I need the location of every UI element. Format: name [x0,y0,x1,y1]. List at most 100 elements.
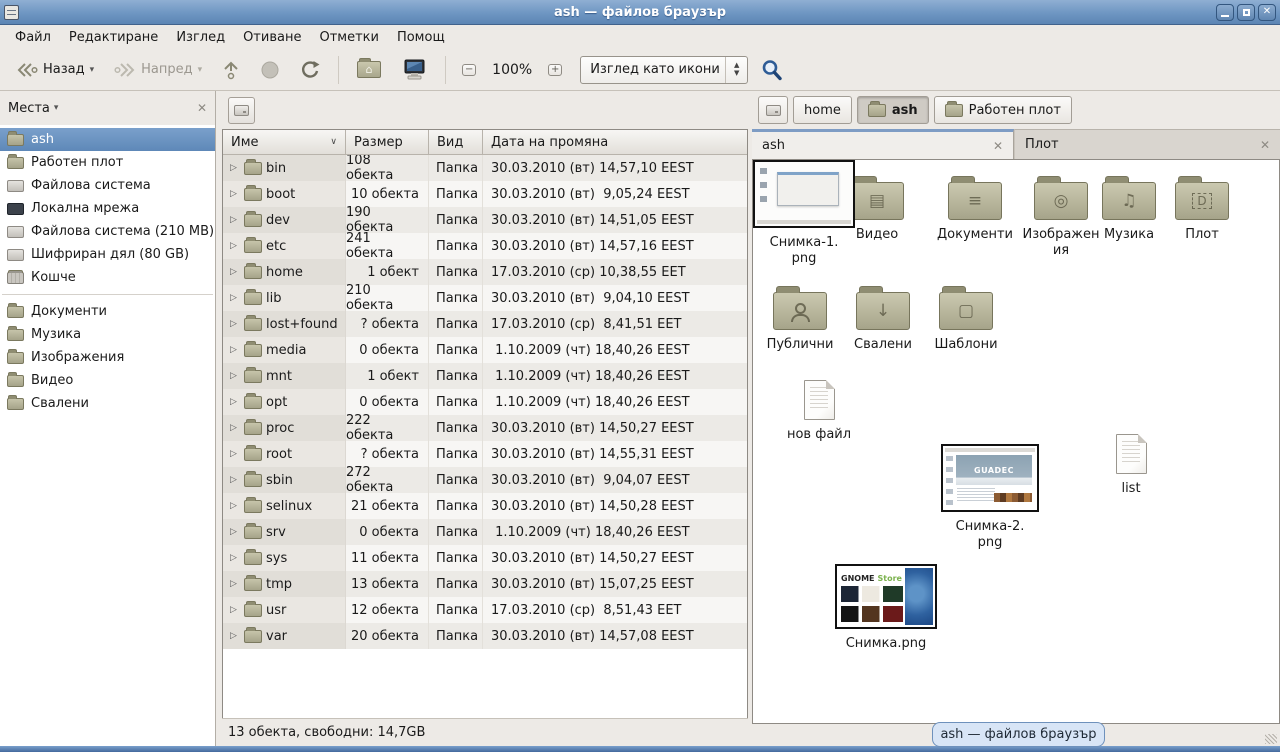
places-item[interactable]: Музика [0,323,215,346]
menu-item[interactable]: Отметки [310,27,387,48]
reload-button[interactable] [292,54,328,86]
table-row[interactable]: srv 0 обекта Папка 1.10.2009 (чт) 18,40,… [223,519,747,545]
menu-item[interactable]: Редактиране [60,27,167,48]
expander-icon[interactable] [227,397,240,407]
places-item[interactable]: Изображения [0,346,215,369]
minimize-button[interactable] [1216,4,1234,21]
table-row[interactable]: lost+found ? обекта Папка 17.03.2010 (ср… [223,311,747,337]
places-item[interactable]: Документи [0,300,215,323]
expander-icon[interactable] [227,215,240,225]
expander-icon[interactable] [227,319,240,329]
places-item[interactable]: Локална мрежа [0,197,215,220]
table-row[interactable]: var 20 обекта Папка 30.03.2010 (вт) 14,5… [223,623,747,649]
menu-item[interactable]: Файл [6,27,60,48]
menu-item[interactable]: Помощ [388,27,454,48]
table-row[interactable]: etc 241 обекта Папка 30.03.2010 (вт) 14,… [223,233,747,259]
expander-icon[interactable] [227,423,240,433]
breadcrumb-desktop-button[interactable]: Работен плот [934,96,1072,124]
expander-icon[interactable] [227,605,240,615]
up-button[interactable] [214,54,248,86]
tab-close-icon[interactable]: ✕ [1248,138,1270,152]
table-row[interactable]: selinux 21 обекта Папка 30.03.2010 (вт) … [223,493,747,519]
expander-icon[interactable] [227,189,240,199]
filesystem-root-button[interactable] [228,97,255,124]
menu-item[interactable]: Отиване [234,27,310,48]
search-button[interactable] [752,54,792,86]
forward-button[interactable]: Напред ▾ [106,54,210,86]
zoom-in-button[interactable]: + [542,57,568,83]
table-row[interactable]: dev 190 обекта Папка 30.03.2010 (вт) 14,… [223,207,747,233]
list-item[interactable]: GUADEC GNOMEStore Снимка-2. png [950,444,1030,552]
table-row[interactable]: lib 210 обекта Папка 30.03.2010 (вт) 9,0… [223,285,747,311]
taskbar-window-button[interactable]: ash — файлов браузър [932,722,1105,747]
expander-icon[interactable] [227,267,240,277]
stop-button[interactable] [252,54,288,86]
back-dropdown-icon[interactable]: ▾ [90,65,95,75]
list-item[interactable]: ♫ GUADEC GNOMEStore [1089,174,1169,243]
places-item[interactable]: Кошче [0,266,215,289]
computer-button[interactable] [393,54,435,86]
tab-desktop[interactable]: Плот ✕ [1014,129,1280,159]
places-close-icon[interactable]: ✕ [197,101,207,115]
table-row[interactable]: boot 10 обекта Папка 30.03.2010 (вт) 9,0… [223,181,747,207]
places-dropdown-icon[interactable]: ▾ [54,103,59,113]
places-item[interactable]: Файлова система (210 MB) [0,220,215,243]
table-row[interactable]: sbin 272 обекта Папка 30.03.2010 (вт) 9,… [223,467,747,493]
tab-ash[interactable]: ash ✕ [752,129,1014,159]
menu-item[interactable]: Изглед [167,27,234,48]
expander-icon[interactable] [227,475,240,485]
expander-icon[interactable] [227,527,240,537]
breadcrumb-home-button[interactable]: home [793,96,852,124]
places-item[interactable]: Шифриран дял (80 GB) [0,243,215,266]
table-row[interactable]: usr 12 обекта Папка 17.03.2010 (ср) 8,51… [223,597,747,623]
expander-icon[interactable] [227,371,240,381]
expander-icon[interactable] [227,345,240,355]
resize-grip[interactable] [1265,734,1277,744]
table-row[interactable]: opt 0 обекта Папка 1.10.2009 (чт) 18,40,… [223,389,747,415]
expander-icon[interactable] [227,579,240,589]
table-row[interactable]: media 0 обекта Папка 1.10.2009 (чт) 18,4… [223,337,747,363]
spinner-icon[interactable]: ▲▼ [725,57,747,83]
expander-icon[interactable] [227,449,240,459]
list-item[interactable]: ↓ GUADEC GNOMEStore [843,284,923,353]
column-header-size[interactable]: Размер [346,130,429,155]
list-item[interactable]: ≡ GUADEC GNOMEStore [935,174,1015,243]
table-row[interactable]: bin 108 обекта Папка 30.03.2010 (вт) 14,… [223,155,747,181]
zoom-out-button[interactable]: − [456,57,482,83]
column-header-name[interactable]: Име∨ [223,130,346,155]
expander-icon[interactable] [227,293,240,303]
expander-icon[interactable] [227,501,240,511]
places-item[interactable]: Свалени [0,392,215,415]
list-item[interactable]: GUADEC GNOMEStore Снимка.png [834,564,938,652]
table-row[interactable]: sys 11 обекта Папка 30.03.2010 (вт) 14,5… [223,545,747,571]
tab-close-icon[interactable]: ✕ [981,139,1003,153]
list-item[interactable]: GUADEC GNOMEStore Публични [760,284,840,353]
close-button[interactable]: ✕ [1258,4,1276,21]
table-row[interactable]: root ? обекта Папка 30.03.2010 (вт) 14,5… [223,441,747,467]
forward-dropdown-icon[interactable]: ▾ [198,65,203,75]
expander-icon[interactable] [227,631,240,641]
places-item[interactable]: Работен плот [0,151,215,174]
expander-icon[interactable] [227,553,240,563]
table-row[interactable]: tmp 13 обекта Папка 30.03.2010 (вт) 15,0… [223,571,747,597]
list-item[interactable]: D GUADEC GNOMEStore [1162,174,1242,243]
table-row[interactable]: proc 222 обекта Папка 30.03.2010 (вт) 14… [223,415,747,441]
home-button[interactable]: ⌂ [349,54,389,86]
breadcrumb-root-button[interactable] [758,96,788,124]
places-item[interactable]: ash [0,128,215,151]
expander-icon[interactable] [227,241,240,251]
list-item[interactable]: ▢ GUADEC GNOMEStore [926,284,1006,353]
table-row[interactable]: mnt 1 обект Папка 1.10.2009 (чт) 18,40,2… [223,363,747,389]
view-mode-select[interactable]: Изглед като икони ▲▼ [580,56,748,84]
table-row[interactable]: home 1 обект Папка 17.03.2010 (ср) 10,38… [223,259,747,285]
column-header-date[interactable]: Дата на промяна [483,130,747,155]
back-button[interactable]: Назад ▾ [8,54,102,86]
places-item[interactable]: Видео [0,369,215,392]
expander-icon[interactable] [227,163,240,173]
maximize-button[interactable] [1237,4,1255,21]
list-item[interactable]: GUADEC GNOMEStore нов файл [769,376,869,443]
list-item[interactable]: GUADEC GNOMEStore Снимка-1. png [753,160,855,268]
breadcrumb-ash-button[interactable]: ash [857,96,929,124]
column-header-type[interactable]: Вид [429,130,483,155]
places-item[interactable]: Файлова система [0,174,215,197]
